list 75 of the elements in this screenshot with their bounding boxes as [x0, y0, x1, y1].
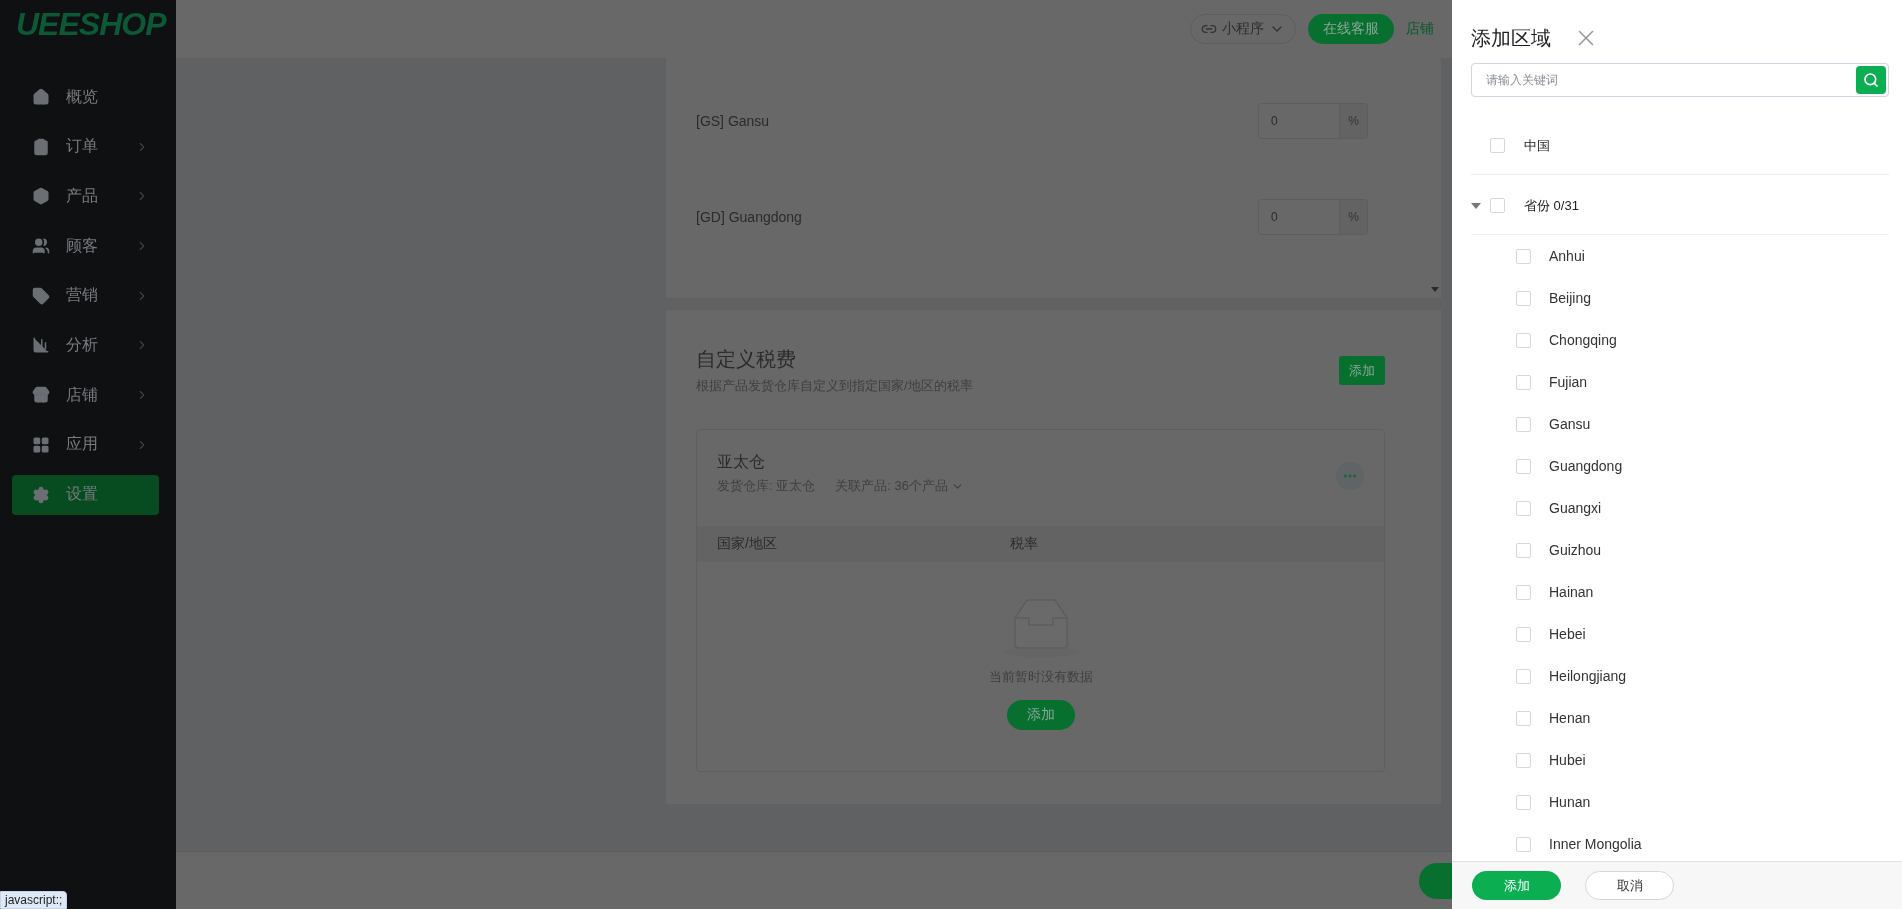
search-button[interactable]	[1856, 66, 1886, 94]
province-label: Hainan	[1549, 584, 1594, 600]
status-tooltip: javascript:;	[0, 891, 68, 909]
province-label: Fujian	[1549, 374, 1588, 390]
people-icon	[32, 237, 50, 256]
clipboard-icon	[32, 137, 50, 156]
province-label: Henan	[1549, 710, 1591, 726]
sidebar-item[interactable]: 营销	[12, 275, 159, 316]
more-button[interactable]	[1336, 462, 1364, 490]
province-label: Heilongjiang	[1549, 668, 1627, 684]
tree-node-label: 省份 0/31	[1524, 196, 1579, 215]
checkbox[interactable]	[1516, 794, 1531, 810]
sidebar-item[interactable]: 分析	[12, 325, 159, 366]
sidebar-item[interactable]: 产品	[12, 176, 159, 217]
rate-field[interactable]: 0 %	[1258, 199, 1368, 235]
province-label: Inner Mongolia	[1549, 836, 1642, 852]
checkbox[interactable]	[1516, 710, 1531, 726]
store-icon	[32, 386, 50, 405]
drawer-title: 添加区域	[1471, 25, 1551, 51]
sidebar-item[interactable]: 概览	[12, 77, 159, 117]
checkbox[interactable]	[1516, 458, 1531, 474]
settings-icon	[32, 485, 50, 504]
checkbox[interactable]	[1516, 248, 1531, 264]
house-icon	[32, 88, 50, 106]
add-button[interactable]: 添加	[1339, 356, 1385, 385]
region-label: [GS] Gansu	[696, 113, 770, 129]
scroll-down-icon[interactable]	[1431, 287, 1439, 292]
province-label: Hunan	[1549, 794, 1591, 810]
checkbox[interactable]	[1516, 416, 1531, 432]
unit-label: %	[1339, 200, 1367, 234]
unit-label: %	[1339, 104, 1367, 138]
checkbox[interactable]	[1516, 332, 1531, 348]
warehouse-name: 亚太仓	[717, 452, 766, 472]
province-label: Beijing	[1549, 290, 1592, 306]
province-label: Hubei	[1549, 752, 1586, 768]
logo: UEESHOP	[16, 6, 166, 43]
search-icon	[1863, 72, 1879, 88]
checkbox[interactable]	[1516, 752, 1531, 768]
checkbox[interactable]	[1516, 668, 1531, 684]
checkbox[interactable]	[1516, 542, 1531, 558]
province-label: Hebei	[1549, 626, 1586, 642]
cancel-button[interactable]: 取消	[1585, 871, 1674, 900]
sidebar-item[interactable]: 店铺	[12, 375, 159, 416]
bar-chart-icon	[32, 336, 50, 355]
rate-field[interactable]: 0 %	[1258, 103, 1368, 139]
province-label: Gansu	[1549, 416, 1591, 432]
province-label: Guangxi	[1549, 500, 1602, 516]
sidebar-item[interactable]: 设置	[12, 474, 159, 515]
add-button[interactable]: 添加	[1006, 700, 1075, 730]
sidebar-item[interactable]: 应用	[12, 424, 159, 465]
checkbox[interactable]	[1516, 836, 1531, 852]
checkbox[interactable]	[1516, 626, 1531, 642]
checkbox[interactable]	[1490, 138, 1505, 153]
province-label: Chongqing	[1549, 332, 1617, 348]
province-label: Guangdong	[1549, 458, 1623, 474]
sidebar-item[interactable]: 订单	[12, 126, 159, 167]
caret-down-icon[interactable]	[1471, 202, 1481, 209]
checkbox[interactable]	[1516, 584, 1531, 600]
cube-icon	[32, 187, 50, 206]
tag-icon	[32, 286, 50, 305]
store-link[interactable]: 店铺	[1406, 20, 1434, 38]
province-label: Guizhou	[1549, 542, 1602, 558]
confirm-button[interactable]: 添加	[1472, 871, 1561, 900]
section-title: 自定义税费	[696, 347, 797, 372]
checkbox[interactable]	[1490, 198, 1505, 213]
checkbox[interactable]	[1516, 500, 1531, 516]
province-label: Anhui	[1549, 248, 1585, 264]
search-box[interactable]: 请输入关键词	[1471, 63, 1889, 97]
region-label: [GD] Guangdong	[696, 209, 802, 225]
grid-icon	[32, 435, 50, 454]
tree-node-label: 中国	[1524, 136, 1550, 155]
support-button[interactable]: 在线客服	[1308, 14, 1394, 44]
checkbox[interactable]	[1516, 374, 1531, 390]
sidebar-item[interactable]: 顾客	[12, 226, 159, 267]
checkbox[interactable]	[1516, 290, 1531, 306]
